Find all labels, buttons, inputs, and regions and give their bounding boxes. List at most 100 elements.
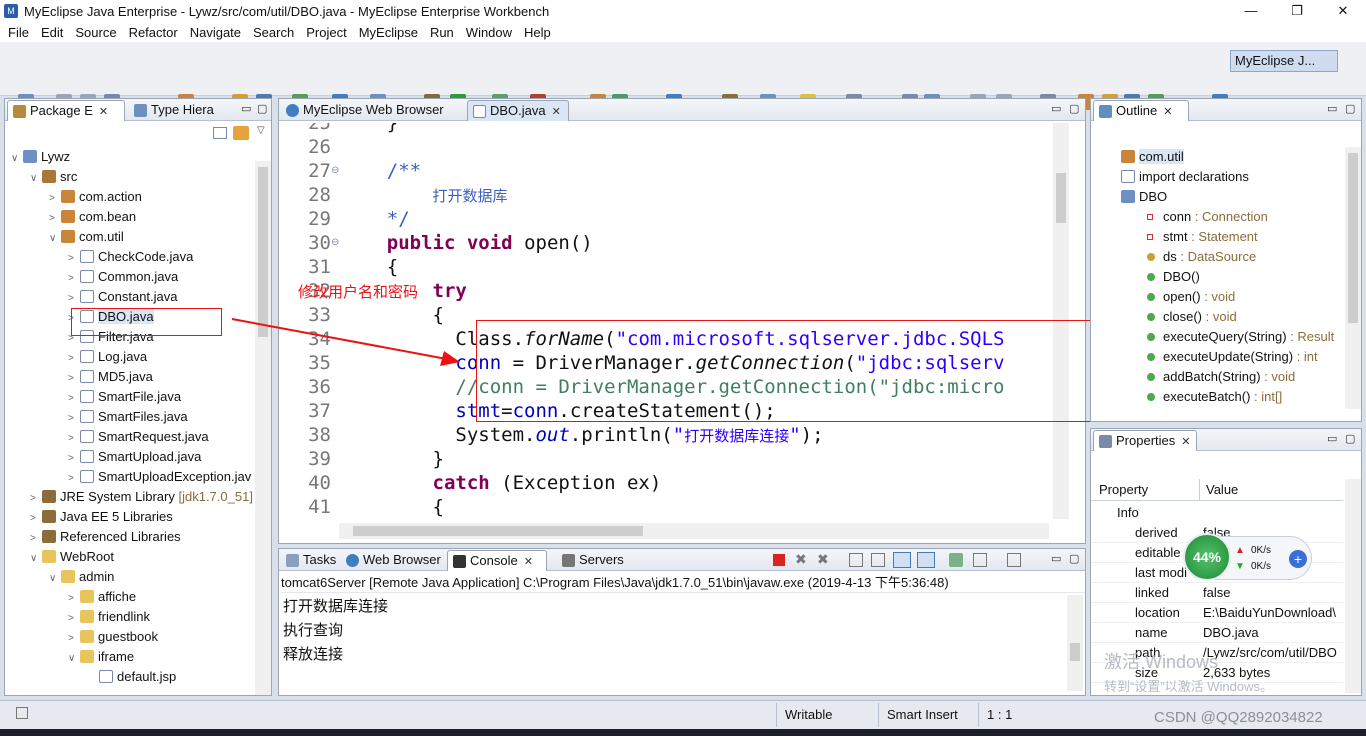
status-cursor-position: 1 : 1	[978, 703, 1048, 727]
outline-item-type: : void	[1260, 369, 1296, 384]
import-icon	[1121, 170, 1135, 183]
tab-label: Web Browser	[363, 552, 441, 567]
tab-outline[interactable]: Outline ✕	[1093, 100, 1189, 121]
outline-item[interactable]: conn : Connection	[1147, 207, 1268, 227]
outline-item[interactable]: executeQuery(String) : Result	[1147, 327, 1334, 347]
outline-item-label: DBO	[1139, 189, 1168, 204]
outline-item[interactable]: DBO()	[1147, 267, 1200, 287]
tab-label: Servers	[579, 552, 624, 567]
outline-item[interactable]: executeBatch() : int[]	[1147, 387, 1282, 407]
show-on-error-icon[interactable]	[917, 552, 935, 568]
activate-windows-hint: 转到“设置”以激活 Windows。	[1104, 679, 1274, 694]
outline-scrollbar[interactable]	[1345, 147, 1361, 409]
properties-header: Property Value	[1091, 479, 1343, 501]
status-insert-mode: Smart Insert	[878, 703, 976, 727]
property-key: derived	[1135, 525, 1178, 540]
outline-item[interactable]: ds : DataSource	[1147, 247, 1256, 267]
property-value: false	[1203, 585, 1231, 600]
add-icon[interactable]: +	[1289, 550, 1307, 568]
outline-panel: Outline ✕ ▭ ▢ com.util import declarations…	[1090, 98, 1362, 422]
package-icon	[1121, 150, 1135, 163]
private-field-icon	[1147, 214, 1153, 220]
terminate-icon[interactable]	[773, 554, 785, 566]
property-key: name	[1135, 625, 1168, 640]
show-on-output-icon[interactable]	[893, 552, 911, 568]
private-field-icon	[1147, 234, 1153, 240]
activate-windows-watermark: 激活 Windows	[1104, 652, 1219, 672]
console-tabbar: Tasks Web Browser Console ✕ Servers ✖ ✖ ▭…	[279, 549, 1085, 571]
outline-item-label: com.util	[1139, 149, 1184, 164]
outline-item[interactable]: DBO	[1121, 187, 1167, 207]
properties-icon	[1099, 435, 1112, 448]
property-key: editable	[1135, 545, 1181, 560]
scrollbar-thumb[interactable]	[1348, 153, 1358, 323]
tab-tasks[interactable]: Tasks	[281, 550, 341, 571]
class-icon	[1121, 190, 1135, 203]
public-method-icon	[1147, 373, 1155, 381]
outline-item[interactable]: stmt : Statement	[1147, 227, 1258, 247]
public-method-icon	[1147, 333, 1155, 341]
network-speed-widget[interactable]: 44% ▲ ▼ 0K/s 0K/s +	[1183, 533, 1312, 581]
outline-item-label: ds	[1163, 249, 1177, 264]
remove-launch-icon[interactable]: ✖	[795, 551, 807, 568]
public-method-icon	[1147, 293, 1155, 301]
console-process-label: tomcat6Server [Remote Java Application] …	[281, 573, 1085, 593]
outline-item-label: executeBatch()	[1163, 389, 1251, 404]
outline-tabbar: Outline ✕ ▭ ▢	[1091, 99, 1361, 121]
scroll-lock-icon[interactable]	[871, 553, 885, 567]
outline-item[interactable]: executeUpdate(String) : int	[1147, 347, 1318, 367]
globe-icon	[346, 554, 359, 567]
property-group-info[interactable]: Info	[1117, 503, 1139, 523]
outline-item[interactable]: addBatch(String) : void	[1147, 367, 1295, 387]
outline-item-type: : Connection	[1191, 209, 1268, 224]
remove-all-icon[interactable]: ✖	[817, 551, 829, 568]
taskbar-edge	[0, 729, 1366, 736]
minimize-icon[interactable]: ▭	[1327, 102, 1337, 115]
tab-label: Tasks	[303, 552, 337, 567]
scrollbar-thumb[interactable]	[1070, 643, 1080, 661]
console-icon	[453, 555, 466, 568]
maximize-icon[interactable]: ▢	[1345, 432, 1355, 445]
console-scrollbar[interactable]	[1067, 595, 1083, 691]
property-row[interactable]: location E:\BaiduYunDownload\	[1091, 603, 1343, 623]
outline-item-type: : DataSource	[1176, 249, 1257, 264]
property-value: /Lywz/src/com/util/DBO	[1203, 645, 1337, 660]
outline-item[interactable]: open() : void	[1147, 287, 1235, 307]
close-icon[interactable]: ✕	[524, 556, 533, 568]
outline-item[interactable]: import declarations	[1121, 167, 1249, 187]
maximize-icon[interactable]: ▢	[1345, 102, 1355, 115]
property-key: location	[1135, 605, 1180, 620]
minimize-icon[interactable]: ▭	[1051, 552, 1061, 565]
outline-item[interactable]: com.util	[1121, 147, 1184, 167]
outline-item-label: addBatch(String)	[1163, 369, 1261, 384]
display-console-icon[interactable]	[973, 553, 987, 567]
maximize-icon[interactable]: ▢	[1069, 552, 1079, 565]
tab-console[interactable]: Console ✕	[447, 550, 547, 571]
public-method-icon	[1147, 313, 1155, 321]
property-row[interactable]: linked false	[1091, 583, 1343, 603]
property-key: last modi	[1135, 565, 1188, 580]
minimize-icon[interactable]: ▭	[1327, 432, 1337, 445]
outline-item-type: : void	[1200, 289, 1236, 304]
property-row[interactable]: name DBO.java	[1091, 623, 1343, 643]
close-icon[interactable]: ✕	[1163, 106, 1172, 118]
outline-item-label: DBO()	[1163, 269, 1200, 284]
close-icon[interactable]: ✕	[1181, 436, 1190, 448]
tab-web-browser-view[interactable]: Web Browser	[341, 550, 447, 571]
properties-tabbar: Properties ✕ ▭ ▢	[1091, 429, 1361, 451]
clear-console-icon[interactable]	[849, 553, 863, 567]
pin-console-icon[interactable]	[949, 553, 963, 567]
fast-view-icon[interactable]	[16, 707, 28, 719]
open-console-icon[interactable]	[1007, 553, 1021, 567]
download-speed: 0K/s	[1251, 561, 1272, 572]
outline-item-type: : int[]	[1250, 389, 1283, 404]
outline-item-label: executeQuery(String)	[1163, 329, 1287, 344]
tab-properties[interactable]: Properties ✕	[1093, 430, 1197, 451]
properties-scrollbar[interactable]	[1345, 479, 1361, 693]
outline-item[interactable]: close() : void	[1147, 307, 1237, 327]
tab-servers[interactable]: Servers	[557, 550, 639, 571]
console-output[interactable]: 打开数据库连接 执行查询 释放连接	[283, 595, 1063, 691]
outline-item-label: close()	[1163, 309, 1203, 324]
public-method-icon	[1147, 353, 1155, 361]
outline-icon	[1099, 105, 1112, 118]
